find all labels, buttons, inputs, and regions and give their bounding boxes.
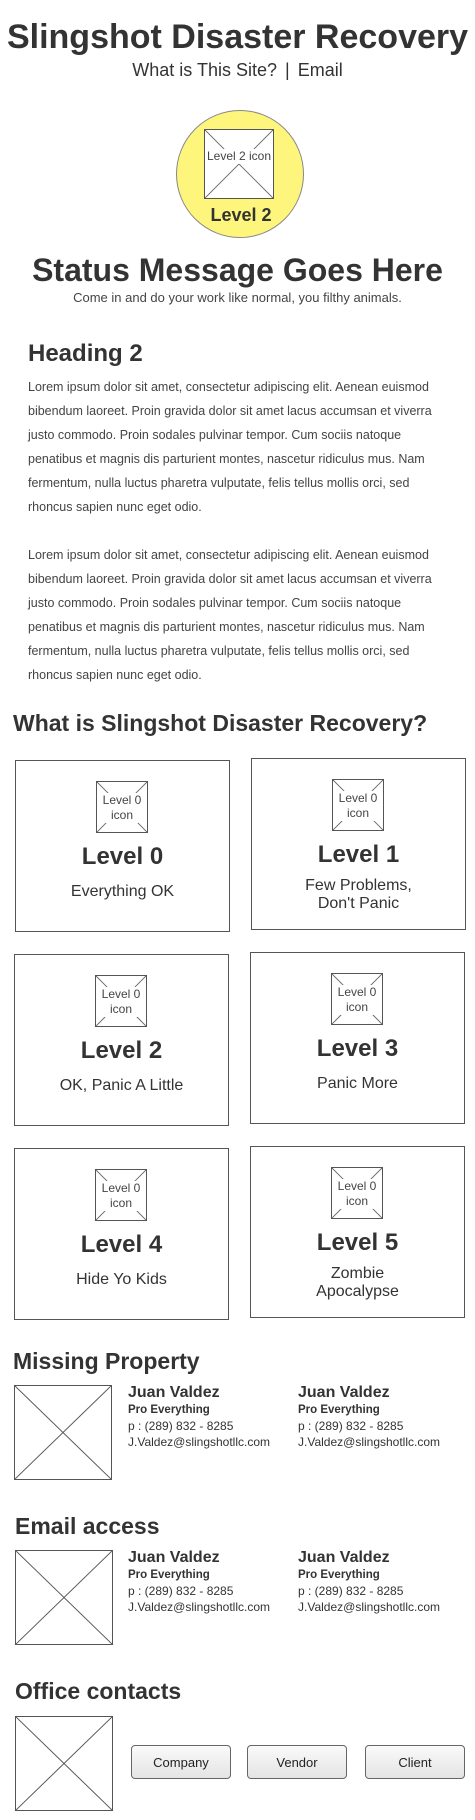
level-icon-placeholder-text: Level 2 icon <box>205 149 273 164</box>
level-card-0[interactable]: Level 0 icon Level 0 Everything OK <box>15 760 230 932</box>
level-title: Level 3 <box>316 1035 399 1062</box>
email-access-title: Email access <box>15 1513 160 1539</box>
level-2-icon: Level 0 icon <box>95 975 147 1027</box>
top-nav: What is This Site? | Email <box>0 60 475 81</box>
level-title: Level 2 <box>80 1037 163 1064</box>
content-paragraph: Lorem ipsum dolor sit amet, consectetur … <box>28 548 432 682</box>
contact-phone: p : (289) 832 - 8285 <box>128 1584 234 1598</box>
office-contacts-title: Office contacts <box>15 1678 182 1704</box>
company-button[interactable]: Company <box>131 1745 231 1779</box>
level-card-1[interactable]: Level 0 icon Level 1 Few Problems, Don't… <box>251 758 466 930</box>
vendor-button[interactable]: Vendor <box>247 1745 347 1779</box>
contact-email[interactable]: J.Valdez@slingshotllc.com <box>298 1434 458 1450</box>
level-description: Few Problems, Don't Panic <box>305 877 412 912</box>
content-paragraph: Lorem ipsum dolor sit amet, consectetur … <box>28 380 432 514</box>
level-5-icon: Level 0 icon <box>331 1167 383 1219</box>
contact-phone: p : (289) 832 - 8285 <box>298 1584 404 1598</box>
level-4-icon: Level 0 icon <box>95 1169 147 1221</box>
level-icon-placeholder-text: Level 0 icon <box>332 1179 382 1209</box>
contact-phone: p : (289) 832 - 8285 <box>298 1419 404 1433</box>
level-title: Level 0 <box>81 843 164 870</box>
level-description: Everything OK <box>70 883 175 900</box>
contact-email[interactable]: J.Valdez@slingshotllc.com <box>298 1599 458 1615</box>
level-card-3[interactable]: Level 0 icon Level 3 Panic More <box>250 952 465 1124</box>
level-icon-placeholder-text: Level 0 icon <box>97 793 147 823</box>
contact-card: Juan Valdez Pro Everything p : (289) 832… <box>128 1383 288 1450</box>
contact-email[interactable]: J.Valdez@slingshotllc.com <box>128 1599 288 1615</box>
contact-card: Juan Valdez Pro Everything p : (289) 832… <box>128 1548 288 1615</box>
level-card-5[interactable]: Level 0 icon Level 5 Zombie Apocalypse <box>250 1146 465 1318</box>
contact-role: Pro Everything <box>298 1569 380 1581</box>
level-title: Level 4 <box>80 1231 163 1258</box>
level-icon-placeholder-text: Level 0 icon <box>96 987 146 1017</box>
site-title: Slingshot Disaster Recovery <box>6 18 469 56</box>
nav-separator: | <box>285 60 290 80</box>
level-icon-placeholder-text: Level 0 icon <box>96 1181 146 1211</box>
missing-property-title: Missing Property <box>13 1348 200 1374</box>
level-card-2[interactable]: Level 0 icon Level 2 OK, Panic A Little <box>14 954 229 1126</box>
contact-name: Juan Valdez <box>128 1384 220 1401</box>
contact-email[interactable]: J.Valdez@slingshotllc.com <box>128 1434 288 1450</box>
contact-role: Pro Everything <box>298 1404 380 1416</box>
status-subtitle: Come in and do your work like normal, yo… <box>73 290 402 305</box>
contact-role: Pro Everything <box>128 1404 210 1416</box>
level-1-icon: Level 0 icon <box>332 779 384 831</box>
contact-card: Juan Valdez Pro Everything p : (289) 832… <box>298 1548 458 1615</box>
office-contacts-image <box>15 1716 113 1811</box>
contact-name: Juan Valdez <box>298 1549 390 1566</box>
missing-property-image <box>14 1385 112 1480</box>
email-link[interactable]: Email <box>298 60 343 80</box>
about-link[interactable]: What is This Site? <box>132 60 277 80</box>
client-button[interactable]: Client <box>365 1745 465 1779</box>
level-description: OK, Panic A Little <box>59 1077 184 1094</box>
level-3-icon: Level 0 icon <box>331 973 383 1025</box>
level-2-icon: Level 2 icon <box>204 129 274 199</box>
level-card-4[interactable]: Level 0 icon Level 4 Hide Yo Kids <box>14 1148 229 1320</box>
level-description: Hide Yo Kids <box>76 1271 167 1288</box>
level-icon-placeholder-text: Level 0 icon <box>333 791 383 821</box>
contact-name: Juan Valdez <box>298 1384 390 1401</box>
content-heading: Heading 2 <box>28 340 143 367</box>
email-access-image <box>15 1550 113 1645</box>
level-title: Level 5 <box>316 1229 399 1256</box>
levels-section-title: What is Slingshot Disaster Recovery? <box>13 710 428 736</box>
current-level-label: Level 2 <box>210 205 272 225</box>
contact-card: Juan Valdez Pro Everything p : (289) 832… <box>298 1383 458 1450</box>
level-description: Panic More <box>317 1075 398 1092</box>
contact-name: Juan Valdez <box>128 1549 220 1566</box>
current-level-badge: Level 2 icon Level 2 <box>176 110 304 238</box>
contact-phone: p : (289) 832 - 8285 <box>128 1419 234 1433</box>
level-0-icon: Level 0 icon <box>96 781 148 833</box>
status-title: Status Message Goes Here <box>32 252 443 288</box>
level-icon-placeholder-text: Level 0 icon <box>332 985 382 1015</box>
level-description: Zombie Apocalypse <box>316 1265 399 1300</box>
contact-role: Pro Everything <box>128 1569 210 1581</box>
level-title: Level 1 <box>317 841 400 868</box>
